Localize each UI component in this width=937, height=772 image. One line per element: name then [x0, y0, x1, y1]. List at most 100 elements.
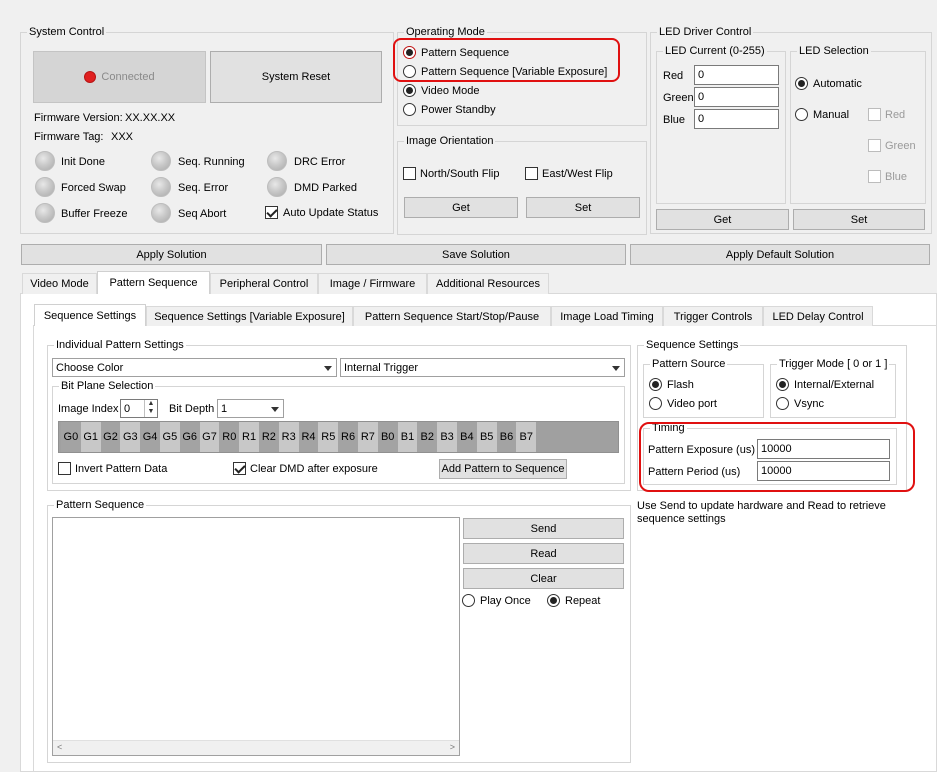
bit-plane-cell[interactable]: G5 [160, 422, 180, 452]
bit-plane-cell[interactable]: G4 [140, 422, 160, 452]
internal-external-radio[interactable] [776, 378, 789, 391]
horizontal-scrollbar[interactable]: < > [53, 740, 459, 755]
bit-plane-cell[interactable]: R5 [318, 422, 339, 452]
buffer-freeze-label: Buffer Freeze [61, 208, 128, 220]
subtab-image-load-timing[interactable]: Image Load Timing [551, 306, 663, 326]
apply-solution-button[interactable]: Apply Solution [21, 244, 322, 265]
led-selection-title: LED Selection [797, 44, 871, 58]
firmware-tag-label: Firmware Tag: [34, 131, 104, 143]
led-get-button[interactable]: Get [656, 209, 789, 230]
connected-indicator-button[interactable]: Connected [33, 51, 206, 103]
led-blue-input[interactable]: 0 [694, 109, 779, 129]
bit-plane-cell[interactable]: B5 [476, 422, 497, 452]
orientation-set-button[interactable]: Set [526, 197, 640, 218]
led-set-button[interactable]: Set [793, 209, 925, 230]
video-mode-radio[interactable] [403, 84, 416, 97]
led-red-input[interactable]: 0 [694, 65, 779, 85]
tab-video-mode[interactable]: Video Mode [22, 273, 97, 294]
apply-default-solution-button[interactable]: Apply Default Solution [630, 244, 930, 265]
system-reset-button[interactable]: System Reset [210, 51, 382, 103]
bit-plane-cell[interactable]: R6 [338, 422, 358, 452]
image-index-label: Image Index [58, 403, 119, 415]
spin-arrows-icon[interactable]: ▲ ▼ [144, 400, 157, 417]
image-index-spinner[interactable]: 0 ▲ ▼ [120, 399, 158, 418]
play-once-radio[interactable] [462, 594, 475, 607]
bit-plane-cell[interactable]: G6 [179, 422, 200, 452]
image-orientation-group: Image Orientation [397, 134, 647, 235]
subtab-led-delay-control[interactable]: LED Delay Control [763, 306, 873, 326]
bit-plane-cell[interactable]: G1 [80, 422, 101, 452]
video-port-radio[interactable] [649, 397, 662, 410]
led-green-checkbox[interactable] [868, 139, 881, 152]
save-solution-button[interactable]: Save Solution [326, 244, 626, 265]
north-south-flip-checkbox[interactable] [403, 167, 416, 180]
tab-image-firmware[interactable]: Image / Firmware [318, 273, 427, 294]
drc-error-led-icon [267, 151, 287, 171]
led-blue-checkbox[interactable] [868, 170, 881, 183]
bit-plane-cell[interactable]: R3 [278, 422, 299, 452]
dmd-parked-label: DMD Parked [294, 182, 357, 194]
subtab-trigger-controls[interactable]: Trigger Controls [663, 306, 763, 326]
tab-pattern-sequence[interactable]: Pattern Sequence [97, 271, 210, 294]
choose-color-select[interactable]: Choose Color [52, 358, 337, 377]
subtab-sequence-settings-variable[interactable]: Sequence Settings [Variable Exposure] [146, 306, 353, 326]
bit-plane-cell[interactable]: B2 [417, 422, 438, 452]
led-automatic-radio[interactable] [795, 77, 808, 90]
subtab-start-stop-pause[interactable]: Pattern Sequence Start/Stop/Pause [353, 306, 551, 326]
bit-plane-cell[interactable]: B6 [496, 422, 517, 452]
clear-dmd-checkbox[interactable] [233, 462, 246, 475]
sequence-hint-line2: sequence settings [637, 513, 726, 525]
subtab-sequence-settings[interactable]: Sequence Settings [34, 304, 146, 326]
auto-update-checkbox[interactable] [265, 206, 278, 219]
east-west-flip-checkbox[interactable] [525, 167, 538, 180]
flash-radio[interactable] [649, 378, 662, 391]
pattern-source-title: Pattern Source [650, 357, 728, 371]
led-green-input[interactable]: 0 [694, 87, 779, 107]
chevron-down-icon [324, 365, 332, 371]
bit-plane-cell[interactable]: B3 [437, 422, 457, 452]
orientation-get-button[interactable]: Get [404, 197, 518, 218]
bit-plane-cell[interactable]: G3 [120, 422, 141, 452]
add-pattern-button[interactable]: Add Pattern to Sequence [439, 459, 567, 479]
tab-peripheral-control[interactable]: Peripheral Control [210, 273, 318, 294]
tab-additional-resources[interactable]: Additional Resources [427, 273, 549, 294]
bit-plane-cell[interactable]: R2 [259, 422, 279, 452]
bit-depth-select[interactable]: 1 [217, 399, 284, 418]
pattern-sequence-list[interactable]: < > [52, 517, 460, 756]
bit-plane-cell[interactable]: G2 [100, 422, 121, 452]
bit-plane-cell[interactable]: B4 [457, 422, 477, 452]
drc-error-label: DRC Error [294, 156, 346, 168]
send-button[interactable]: Send [463, 518, 624, 539]
vsync-radio[interactable] [776, 397, 789, 410]
led-automatic-label: Automatic [813, 78, 862, 90]
bit-plane-cell[interactable]: R1 [239, 422, 259, 452]
bit-plane-cell[interactable]: B1 [397, 422, 418, 452]
led-red-checkbox[interactable] [868, 108, 881, 121]
north-south-flip-label: North/South Flip [420, 168, 500, 180]
bit-plane-cell[interactable]: B7 [516, 422, 537, 452]
flash-label: Flash [667, 379, 694, 391]
trigger-select[interactable]: Internal Trigger [340, 358, 625, 377]
led-manual-radio[interactable] [795, 108, 808, 121]
individual-pattern-title: Individual Pattern Settings [54, 338, 186, 352]
dmd-parked-led-icon [267, 177, 287, 197]
bit-plane-cell[interactable]: B0 [377, 422, 398, 452]
scroll-left-icon[interactable]: < [57, 742, 62, 752]
play-once-label: Play Once [480, 595, 531, 607]
power-standby-radio[interactable] [403, 103, 416, 116]
bit-plane-cell[interactable]: R7 [358, 422, 378, 452]
bit-plane-cell[interactable]: G0 [61, 422, 81, 452]
bit-plane-cell[interactable]: G7 [199, 422, 220, 452]
read-button[interactable]: Read [463, 543, 624, 564]
scroll-right-icon[interactable]: > [450, 742, 455, 752]
bit-plane-cell[interactable]: R0 [219, 422, 240, 452]
buffer-freeze-led-icon [35, 203, 55, 223]
seq-running-label: Seq. Running [178, 156, 245, 168]
bit-plane-cell[interactable]: R4 [298, 422, 319, 452]
invert-pattern-checkbox[interactable] [58, 462, 71, 475]
seq-error-label: Seq. Error [178, 182, 229, 194]
repeat-radio[interactable] [547, 594, 560, 607]
forced-swap-label: Forced Swap [61, 182, 126, 194]
clear-button[interactable]: Clear [463, 568, 624, 589]
connected-label: Connected [101, 71, 155, 83]
